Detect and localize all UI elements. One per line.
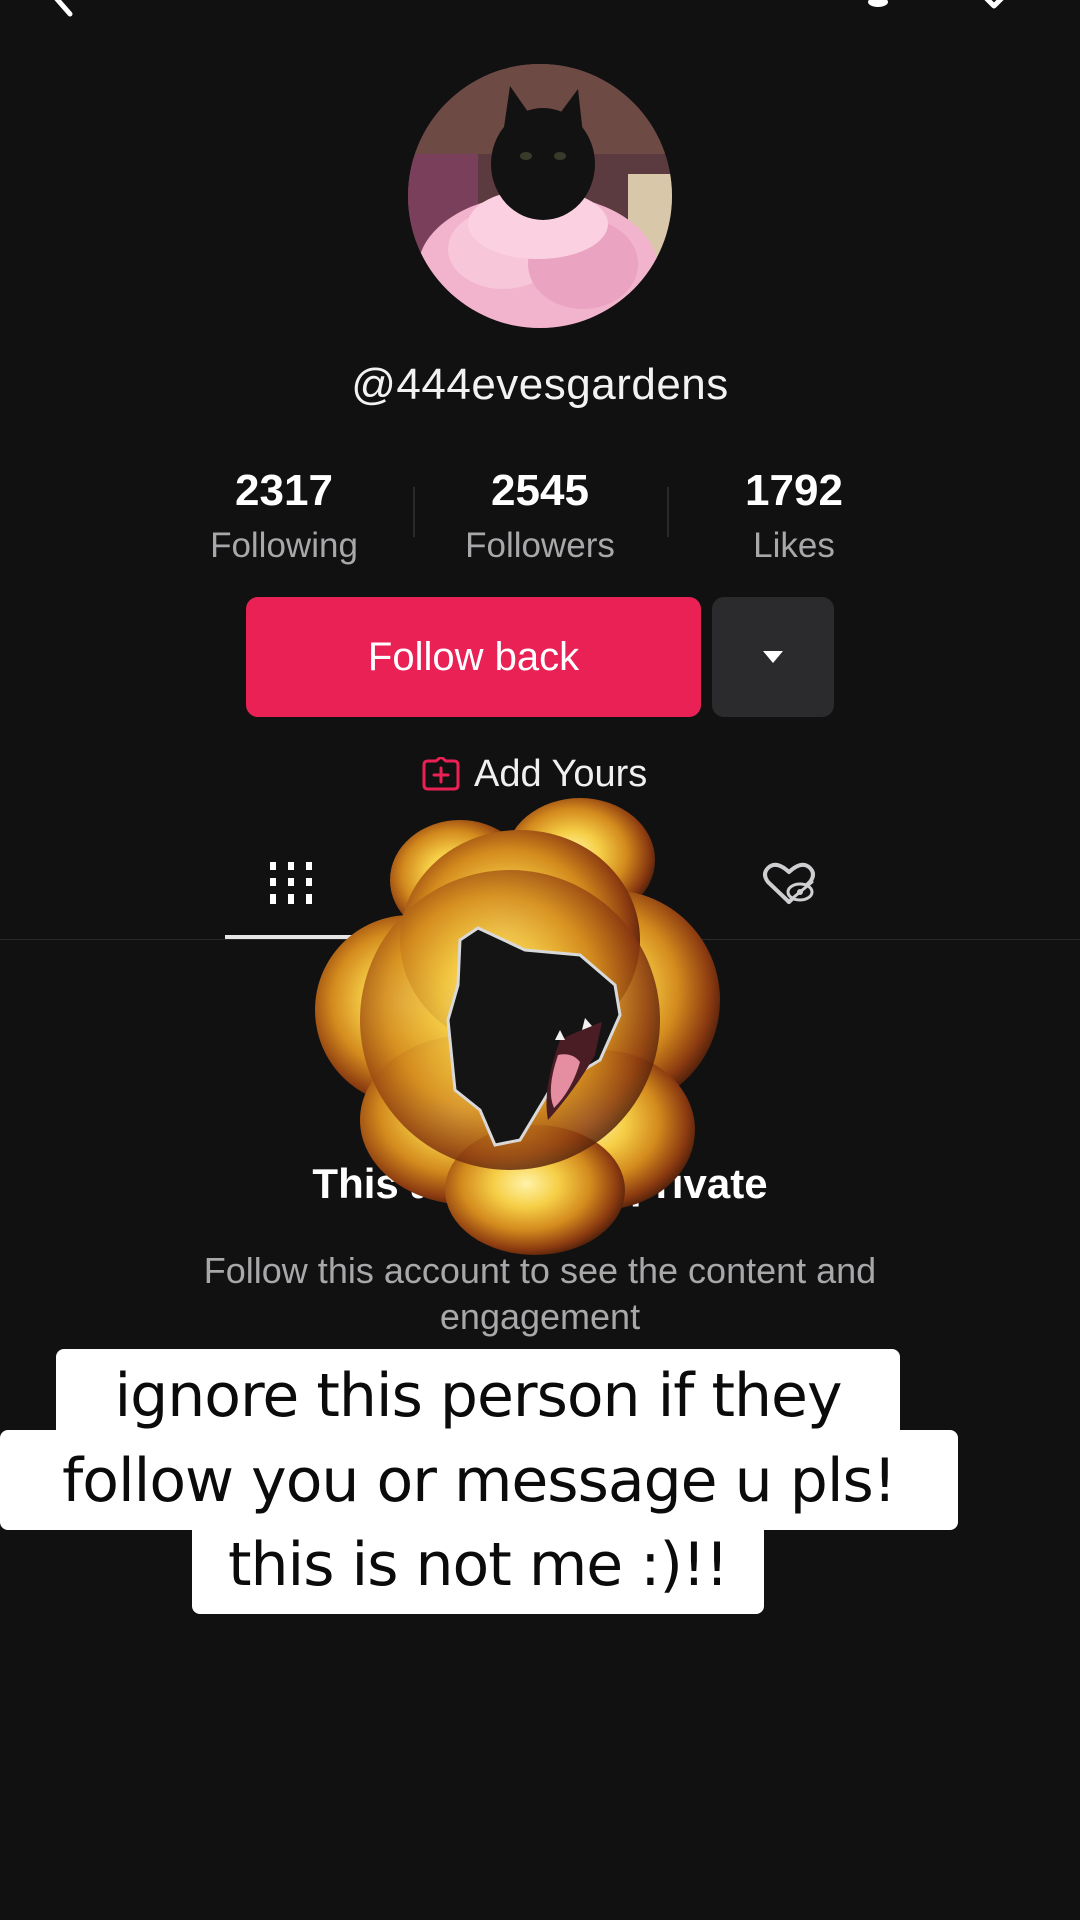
follow-back-label: Follow back <box>367 634 580 679</box>
followers-count: 2545 <box>491 466 589 515</box>
follow-back-button[interactable]: Follow back <box>246 597 701 717</box>
more-options-button[interactable] <box>712 597 834 717</box>
stat-likes[interactable]: 1792 Likes <box>664 462 924 572</box>
avatar[interactable] <box>408 64 672 328</box>
caption-line-2: follow you or message u pls! <box>62 1446 897 1516</box>
bell-icon[interactable] <box>866 0 890 10</box>
username: @444evesgardens <box>351 360 729 409</box>
caption-line-3: this is not me :)!! <box>227 1530 729 1600</box>
following-count: 2317 <box>235 466 333 515</box>
stat-followers[interactable]: 2545 Followers <box>410 462 670 572</box>
followers-label: Followers <box>465 526 615 565</box>
liked-hidden-icon[interactable] <box>760 858 818 910</box>
caption-line-1: ignore this person if they <box>114 1361 843 1431</box>
explosion-sticker <box>315 798 720 1255</box>
grid-icon[interactable] <box>266 858 316 908</box>
likes-label: Likes <box>753 526 835 565</box>
share-icon[interactable] <box>968 0 1024 16</box>
caret-down-icon <box>763 651 783 663</box>
following-label: Following <box>210 526 358 565</box>
stat-following[interactable]: 2317 Following <box>154 462 414 572</box>
back-arrow-icon[interactable] <box>44 0 84 18</box>
likes-count: 1792 <box>745 466 843 515</box>
add-yours-icon <box>422 757 460 791</box>
avatar-image <box>408 64 672 328</box>
private-subtitle-line-2: engagement <box>439 1296 641 1337</box>
